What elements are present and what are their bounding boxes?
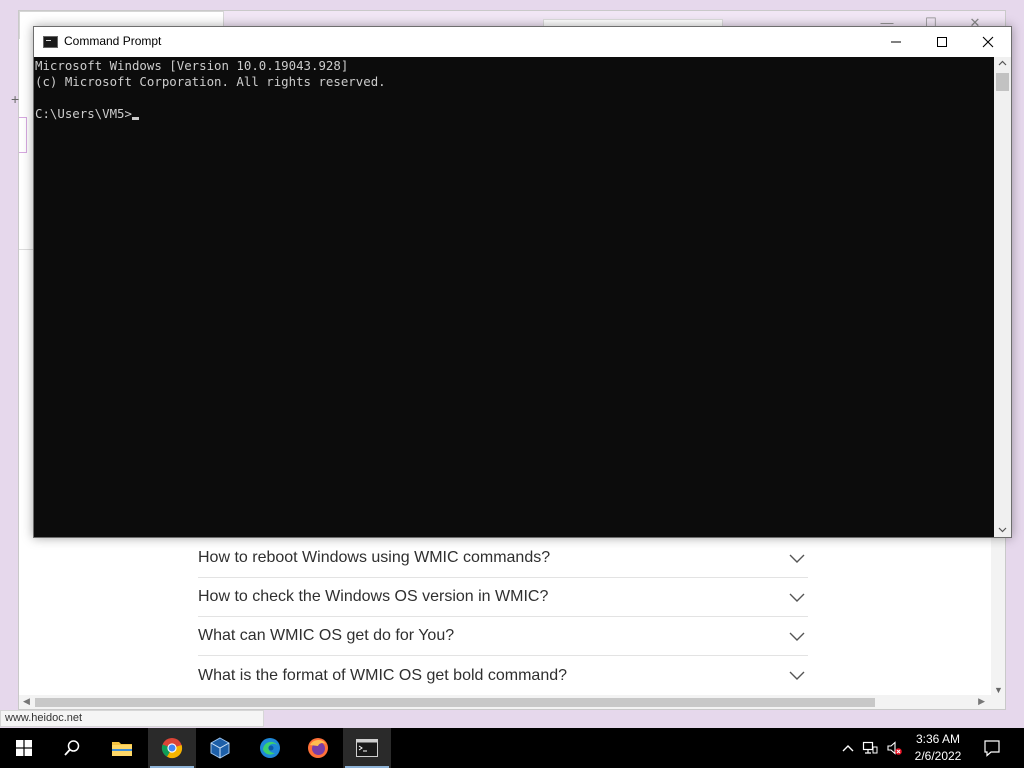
- maximize-icon: [937, 37, 947, 47]
- scroll-right-icon[interactable]: ▶: [978, 696, 985, 707]
- taskbar-firefox[interactable]: [294, 728, 342, 768]
- divider: [19, 249, 33, 250]
- firefox-icon: [308, 738, 328, 758]
- close-button[interactable]: [965, 27, 1011, 57]
- clock-date: 2/6/2022: [914, 749, 962, 763]
- faq-item[interactable]: What is the format of WMIC OS get bold c…: [198, 656, 808, 695]
- console-scrollbar[interactable]: [994, 57, 1011, 537]
- taskbar-file-explorer[interactable]: [98, 728, 146, 768]
- command-prompt-window[interactable]: Command Prompt Microsoft Windows [Versio…: [33, 26, 1012, 538]
- start-button[interactable]: [0, 728, 48, 768]
- search-icon: [64, 740, 80, 756]
- faq-question[interactable]: What can WMIC OS get do for You?: [198, 627, 454, 645]
- browser-horizontal-scrollbar[interactable]: ◀ ▶: [19, 695, 1005, 709]
- scrollbar-thumb[interactable]: [35, 698, 875, 707]
- scrollbar-thumb[interactable]: [996, 73, 1009, 91]
- maximize-button[interactable]: [919, 27, 965, 57]
- windows-logo-icon: [16, 740, 32, 756]
- window-title: Command Prompt: [64, 34, 162, 48]
- chevron-up-icon[interactable]: [840, 740, 856, 756]
- clock-time: 3:36 AM: [915, 732, 961, 746]
- virtualbox-icon: [210, 737, 230, 759]
- chevron-down-icon[interactable]: [788, 549, 806, 567]
- console-prompt[interactable]: C:\Users\VM5>: [35, 106, 995, 122]
- taskbar: 3:36 AM 2/6/2022: [0, 728, 1024, 768]
- browser-status-url: www.heidoc.net: [0, 710, 264, 727]
- chevron-down-icon[interactable]: [788, 588, 806, 606]
- cmd-icon[interactable]: [43, 36, 58, 48]
- faq-item[interactable]: How to reboot Windows using WMIC command…: [198, 539, 808, 578]
- text-cursor: [131, 117, 139, 120]
- close-icon: [982, 36, 994, 48]
- console-output[interactable]: Microsoft Windows [Version 10.0.19043.92…: [34, 57, 996, 537]
- new-tab-icon[interactable]: +: [11, 91, 19, 107]
- network-icon[interactable]: [862, 740, 878, 756]
- scroll-left-icon[interactable]: ◀: [23, 696, 30, 707]
- faq-question[interactable]: How to reboot Windows using WMIC command…: [198, 549, 550, 567]
- taskbar-edge[interactable]: [246, 728, 294, 768]
- clock[interactable]: 3:36 AM 2/6/2022: [900, 731, 976, 765]
- taskbar-virtualbox[interactable]: [196, 728, 244, 768]
- taskbar-chrome[interactable]: [148, 728, 196, 768]
- faq-list: How to reboot Windows using WMIC command…: [198, 539, 808, 695]
- faq-question[interactable]: What is the format of WMIC OS get bold c…: [198, 667, 567, 685]
- faq-item[interactable]: How to check the Windows OS version in W…: [198, 578, 808, 617]
- notifications-icon[interactable]: [983, 739, 1001, 757]
- search-button[interactable]: [48, 728, 96, 768]
- scroll-up-icon[interactable]: [998, 59, 1007, 68]
- folder-icon: [112, 742, 132, 756]
- console-line: (c) Microsoft Corporation. All rights re…: [35, 74, 386, 89]
- chevron-down-icon[interactable]: [788, 666, 806, 684]
- browser-sidebar-panel: [19, 117, 27, 153]
- cmd-icon: [356, 739, 378, 757]
- scroll-down-icon[interactable]: ▼: [994, 685, 1003, 695]
- scroll-down-icon[interactable]: [998, 525, 1007, 534]
- taskbar-command-prompt[interactable]: [343, 728, 391, 768]
- console-line: Microsoft Windows [Version 10.0.19043.92…: [35, 58, 349, 73]
- minimize-icon: [891, 41, 901, 43]
- faq-item[interactable]: What can WMIC OS get do for You?: [198, 617, 808, 656]
- faq-question[interactable]: How to check the Windows OS version in W…: [198, 588, 548, 606]
- minimize-button[interactable]: [873, 27, 919, 57]
- edge-icon: [260, 738, 280, 758]
- chrome-icon: [161, 738, 183, 759]
- title-bar[interactable]: Command Prompt: [34, 27, 1011, 57]
- prompt-text: C:\Users\VM5>: [35, 106, 132, 121]
- chevron-down-icon[interactable]: [788, 627, 806, 645]
